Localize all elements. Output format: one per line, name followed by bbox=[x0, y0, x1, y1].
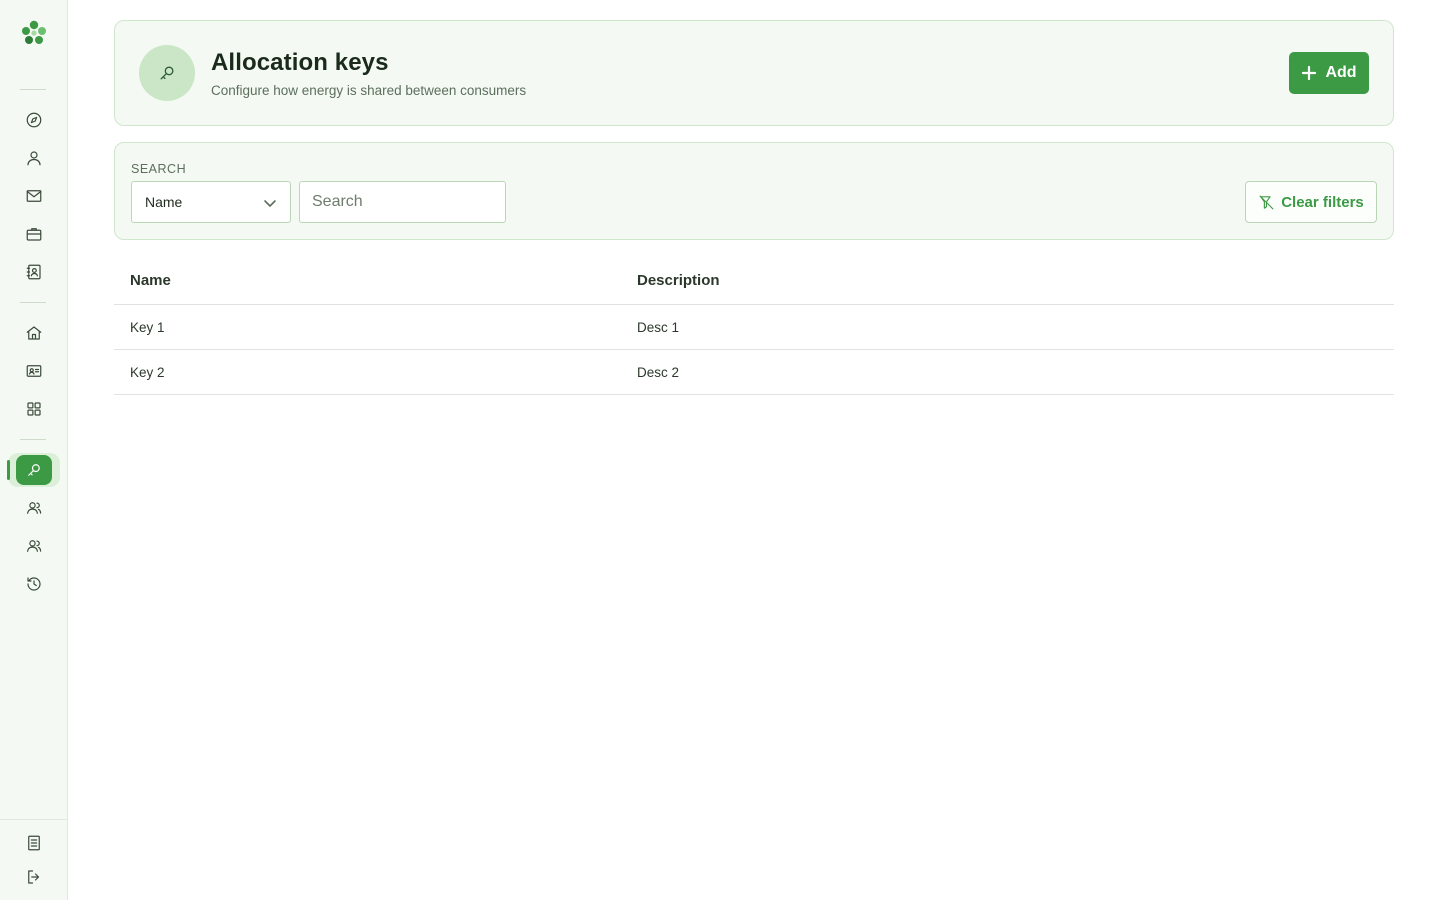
briefcase-icon bbox=[26, 228, 42, 241]
clear-filters-button[interactable]: Clear filters bbox=[1245, 181, 1377, 223]
table-row[interactable]: Key 2 Desc 2 bbox=[114, 350, 1394, 395]
grid-icon bbox=[27, 402, 41, 416]
sidebar-item-consumers[interactable] bbox=[16, 531, 52, 561]
filter-label: SEARCH bbox=[131, 162, 187, 176]
sidebar-footer-divider bbox=[0, 819, 68, 820]
search-field-select-value: Name bbox=[145, 194, 183, 210]
cell-name: Key 1 bbox=[130, 320, 165, 335]
add-button-label: Add bbox=[1325, 64, 1357, 81]
sidebar-item-logout[interactable] bbox=[16, 862, 52, 892]
sidebar-divider bbox=[20, 439, 46, 440]
id-card-icon bbox=[26, 365, 42, 377]
sidebar-item-organisations[interactable] bbox=[16, 219, 52, 249]
page-title: Allocation keys bbox=[211, 49, 389, 76]
sidebar-divider bbox=[20, 89, 46, 90]
sidebar-item-groups[interactable] bbox=[16, 493, 52, 523]
sidebar-item-dashboard[interactable] bbox=[16, 394, 52, 424]
users-icon bbox=[27, 540, 42, 552]
sidebar-item-explore[interactable] bbox=[16, 105, 52, 135]
filter-panel: SEARCH Name Clear filters bbox=[114, 142, 1394, 240]
sidebar-item-messages[interactable] bbox=[16, 181, 52, 211]
history-icon bbox=[27, 577, 41, 591]
cell-name: Key 2 bbox=[130, 365, 165, 380]
compass-icon bbox=[26, 112, 42, 128]
sidebar-divider bbox=[20, 302, 46, 303]
chevron-down-icon bbox=[264, 200, 276, 207]
logout-icon bbox=[28, 870, 40, 884]
allocation-keys-table: Name Description Key 1 Desc 1 Key 2 Desc… bbox=[114, 258, 1394, 395]
sidebar-item-history[interactable] bbox=[16, 569, 52, 599]
add-button[interactable]: Add bbox=[1289, 52, 1369, 94]
cell-description: Desc 2 bbox=[637, 365, 680, 380]
key-icon bbox=[28, 464, 40, 476]
key-icon bbox=[160, 66, 174, 80]
sidebar-item-members[interactable] bbox=[16, 356, 52, 386]
plus-icon bbox=[1302, 65, 1317, 81]
clear-filters-label: Clear filters bbox=[1281, 193, 1364, 211]
filter-clear-icon bbox=[1259, 195, 1274, 209]
mail-icon bbox=[26, 190, 42, 202]
sidebar-item-allocation-keys[interactable] bbox=[16, 455, 52, 485]
home-icon bbox=[26, 326, 42, 340]
clover-logo-icon[interactable] bbox=[20, 19, 48, 47]
sidebar-item-home[interactable] bbox=[16, 318, 52, 348]
column-header-name[interactable]: Name bbox=[130, 272, 171, 289]
contact-book-icon bbox=[26, 264, 41, 280]
column-header-description[interactable]: Description bbox=[637, 272, 720, 289]
sidebar bbox=[0, 0, 68, 900]
sidebar-item-documents[interactable] bbox=[16, 828, 52, 858]
document-icon bbox=[28, 835, 40, 851]
page-header: Allocation keys Configure how energy is … bbox=[114, 20, 1394, 126]
header-avatar bbox=[139, 45, 195, 101]
sidebar-item-profile[interactable] bbox=[16, 143, 52, 173]
user-icon bbox=[27, 151, 41, 166]
users-icon bbox=[27, 502, 42, 514]
search-field-select[interactable]: Name bbox=[131, 181, 291, 223]
page-subtitle: Configure how energy is shared between c… bbox=[211, 83, 527, 98]
search-input[interactable] bbox=[299, 181, 506, 223]
table-header: Name Description bbox=[114, 258, 1394, 305]
sidebar-item-contacts[interactable] bbox=[16, 257, 52, 287]
cell-description: Desc 1 bbox=[637, 320, 680, 335]
active-item-indicator bbox=[7, 460, 10, 480]
table-row[interactable]: Key 1 Desc 1 bbox=[114, 305, 1394, 350]
